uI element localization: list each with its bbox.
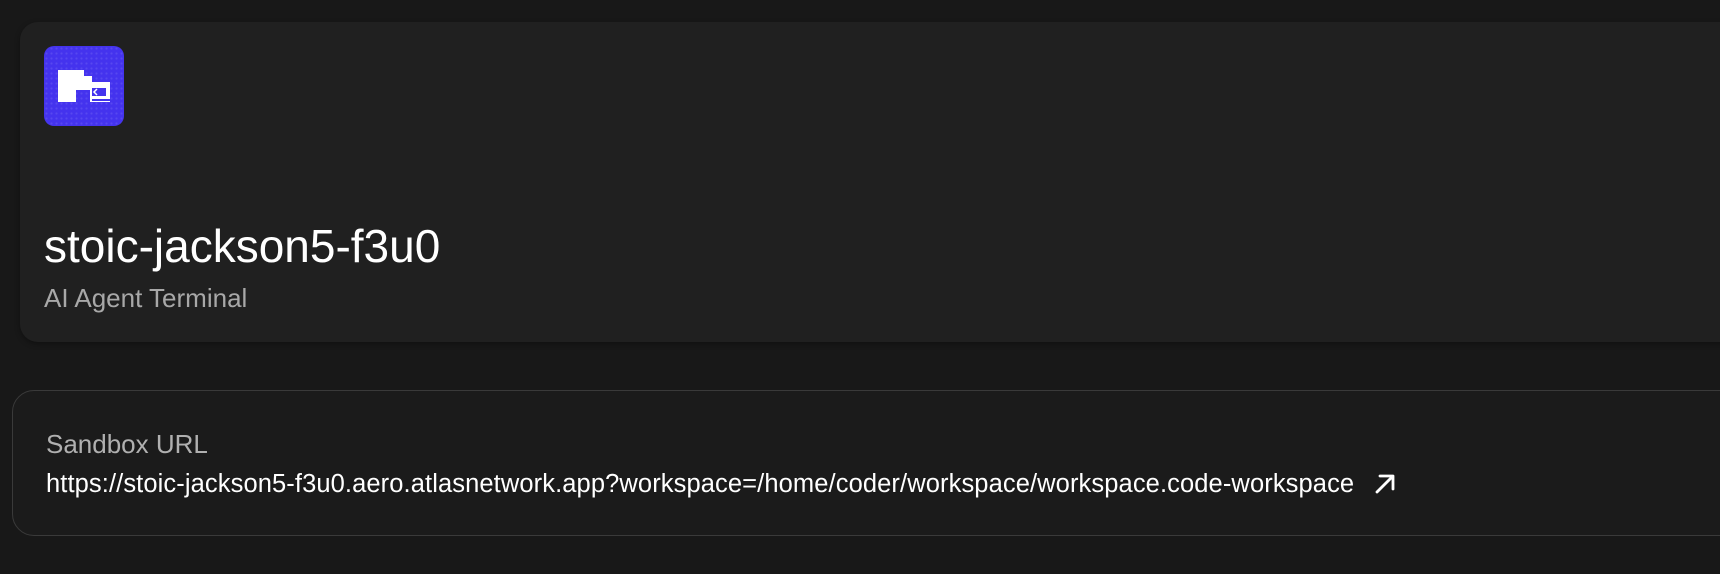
sandbox-url-link[interactable]: https://stoic-jackson5-f3u0.aero.atlasne…: [46, 467, 1354, 501]
sandbox-url-label: Sandbox URL: [46, 429, 208, 459]
workspace-page: stoic-jackson5-f3u0 AI Agent Terminal Sa…: [0, 0, 1720, 574]
external-link-icon[interactable]: [1372, 471, 1398, 497]
sandbox-url-row: https://stoic-jackson5-f3u0.aero.atlasne…: [46, 467, 1398, 501]
workspace-title: stoic-jackson5-f3u0: [44, 220, 441, 272]
app-logo-icon: [44, 46, 124, 126]
sandbox-url-card: Sandbox URL https://stoic-jackson5-f3u0.…: [12, 390, 1720, 536]
app-logo-graphic: [58, 70, 110, 102]
workspace-header-card: stoic-jackson5-f3u0 AI Agent Terminal: [20, 22, 1720, 342]
workspace-subtitle: AI Agent Terminal: [44, 283, 248, 313]
